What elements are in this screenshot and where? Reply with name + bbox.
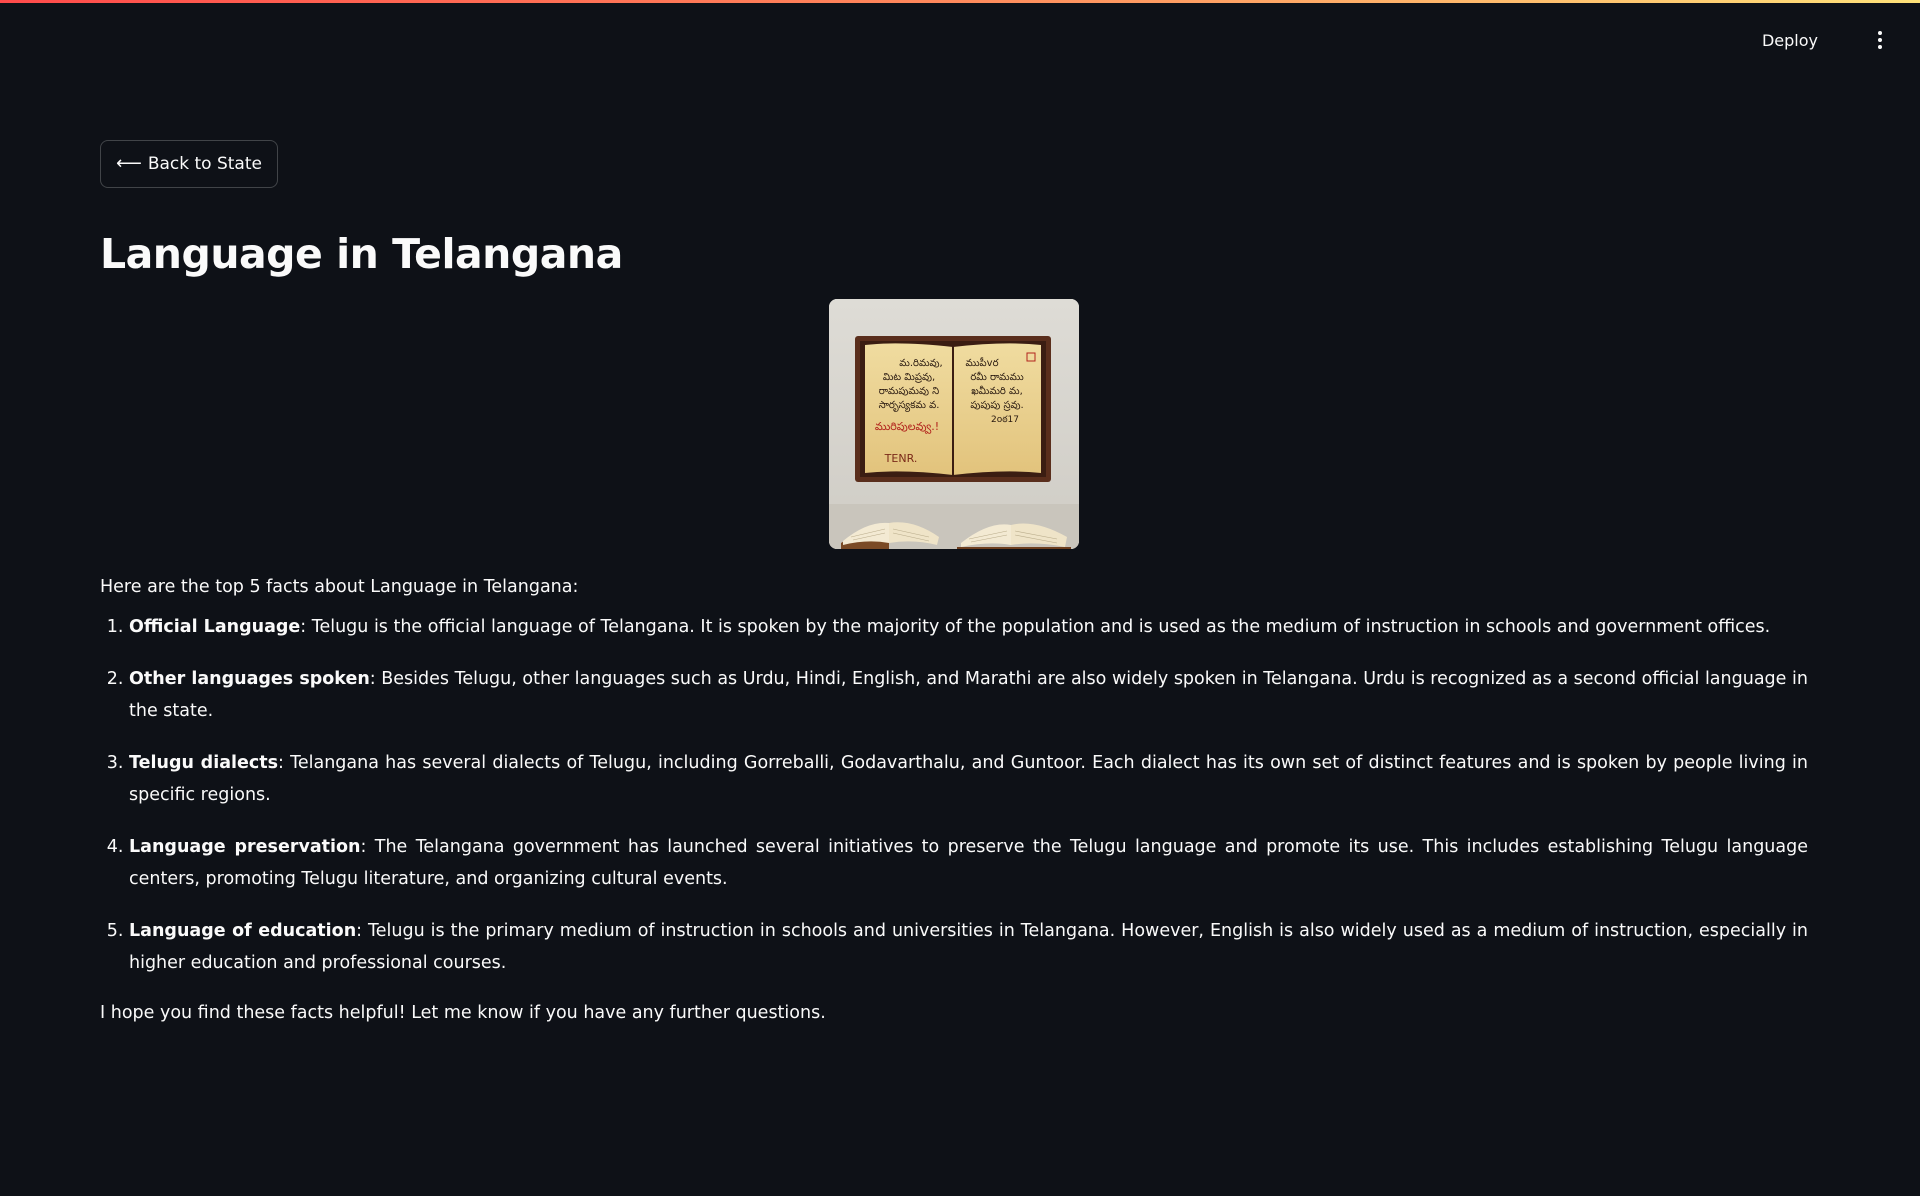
deploy-button[interactable]: Deploy	[1754, 27, 1826, 54]
list-item: Telugu dialects: Telangana has several d…	[129, 747, 1808, 811]
arrow-left-icon: ⟵	[116, 153, 142, 174]
fact-title: Official Language	[129, 617, 301, 638]
facts-list: Official Language: Telugu is the officia…	[100, 611, 1808, 979]
board-right-line: రమీ రామము	[970, 371, 1024, 383]
list-item: Official Language: Telugu is the officia…	[129, 611, 1808, 643]
board-left-line: మిట మిప్రవు,	[883, 372, 935, 383]
fact-text: : Telugu is the official language of Tel…	[300, 617, 1771, 638]
menu-dot	[1878, 31, 1882, 35]
fact-title: Other languages spoken	[129, 669, 370, 690]
board-left-sign: TENR.	[884, 452, 918, 465]
menu-dot	[1878, 38, 1882, 42]
fact-title: Telugu dialects	[129, 753, 279, 774]
fact-text: : Telugu is the primary medium of instru…	[129, 921, 1808, 974]
closing-text: I hope you find these facts helpful! Let…	[100, 1003, 826, 1024]
board-right-number: 2oఠ17	[991, 415, 1019, 425]
back-to-state-button[interactable]: ⟵ Back to State	[100, 140, 278, 188]
list-item: Language preservation: The Telangana gov…	[129, 831, 1808, 895]
fact-title: Language preservation	[129, 837, 361, 858]
main-content: ⟵ Back to State Language in Telangana మ.…	[100, 140, 1808, 1027]
app-header: Deploy	[0, 3, 1920, 73]
telugu-books-image: మ.రిమ‌వు, మిట మిప్రవు, రామపుమవు ని సారృస…	[829, 299, 1079, 550]
fact-text: : The Telangana government has launched …	[129, 837, 1808, 890]
list-item: Language of education: Telugu is the pri…	[129, 915, 1808, 979]
image-container: మ.రిమ‌వు, మిట మిప్రవు, రామపుమవు ని సారృస…	[100, 299, 1808, 550]
board-left-line: సారృస్యకమ వ.	[879, 400, 940, 412]
intro-text: Here are the top 5 facts about Language …	[100, 577, 579, 598]
board-left-line: మ.రిమ‌వు,	[899, 358, 942, 369]
menu-dot	[1878, 45, 1882, 49]
fact-text: : Besides Telugu, other languages such a…	[129, 669, 1808, 722]
more-vertical-icon[interactable]	[1868, 25, 1892, 55]
board-right-line: పుపుపు స్రవు.	[970, 400, 1023, 411]
board-left-line: రామపుమవు ని	[879, 386, 939, 397]
board-right-line: ఖమీమరి మ,	[971, 385, 1023, 397]
board-left-red: మురిపులవ్వు.!	[875, 420, 939, 434]
list-item: Other languages spoken: Besides Telugu, …	[129, 663, 1808, 727]
fact-title: Language of education	[129, 921, 357, 942]
back-button-label: Back to State	[147, 154, 262, 174]
telugu-books-illustration: మ.రిమ‌వు, మిట మిప్రవు, రామపుమవు ని సారృస…	[829, 299, 1079, 550]
fact-text: : Telangana has several dialects of Telu…	[129, 753, 1808, 806]
board-right-line: ముపీvర	[966, 357, 999, 369]
page-title: Language in Telangana	[100, 230, 623, 278]
